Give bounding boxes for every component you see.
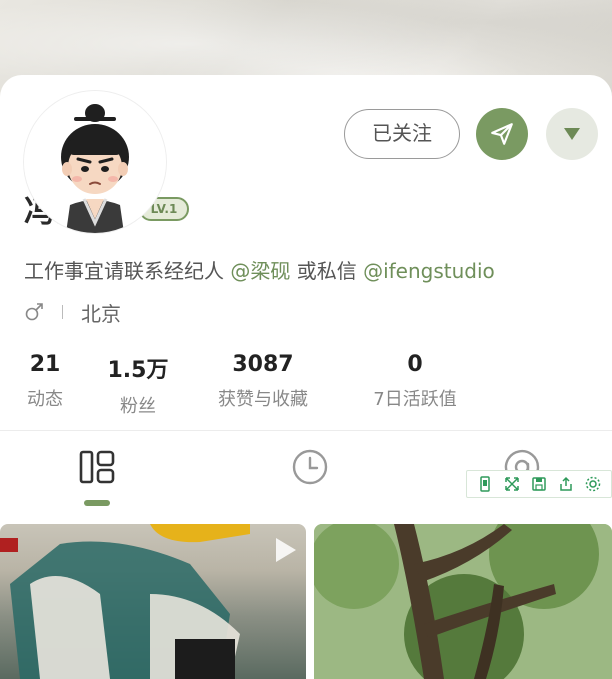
stat-value: 1.5万 xyxy=(107,358,169,383)
post-image xyxy=(0,524,296,679)
clock-icon xyxy=(292,449,328,485)
paper-plane-icon xyxy=(491,123,513,145)
male-icon xyxy=(25,303,43,321)
save-icon[interactable] xyxy=(531,476,547,492)
stat-value: 21 xyxy=(29,352,61,377)
stat-label: 获赞与收藏 xyxy=(218,389,308,410)
tab-posts[interactable] xyxy=(78,448,116,490)
triangle-down-icon xyxy=(564,128,580,140)
bio-mention-studio[interactable]: @ifengstudio xyxy=(363,259,495,283)
avatar-cartoon-icon xyxy=(24,91,166,233)
post-thumbnail[interactable] xyxy=(0,524,306,679)
follow-button[interactable]: 已关注 xyxy=(344,109,460,159)
bio-mention-agent[interactable]: @梁砚 xyxy=(230,259,290,283)
location-text: 北京 xyxy=(81,301,121,326)
stat-label: 粉丝 xyxy=(120,396,156,417)
post-image xyxy=(314,524,612,679)
meta-divider xyxy=(62,305,63,319)
stat-label: 动态 xyxy=(27,389,63,410)
tab-history[interactable] xyxy=(291,448,329,490)
grid-icon xyxy=(79,450,115,484)
more-button[interactable] xyxy=(546,108,598,160)
profile-meta: 北京 xyxy=(24,298,121,326)
stats-row: 21 动态 1.5万 粉丝 3087 获赞与收藏 0 7日活跃值 xyxy=(0,352,612,422)
bio-text-mid: 或私信 xyxy=(296,259,357,283)
stat-likes[interactable]: 3087 获赞与收藏 xyxy=(204,352,322,411)
floating-toolbar xyxy=(466,470,612,498)
settings-icon[interactable] xyxy=(585,476,601,492)
share-icon[interactable] xyxy=(558,476,574,492)
stat-posts[interactable]: 21 动态 xyxy=(18,352,72,411)
avatar[interactable] xyxy=(24,91,166,233)
message-button[interactable] xyxy=(476,108,528,160)
bio-text: 工作事宜请联系经纪人 xyxy=(24,259,224,283)
active-tab-indicator xyxy=(84,500,110,506)
stat-label: 7日活跃值 xyxy=(373,389,457,410)
stat-value: 0 xyxy=(407,352,423,377)
stat-activity[interactable]: 0 7日活跃值 xyxy=(362,352,468,411)
expand-icon[interactable] xyxy=(504,476,520,492)
stat-followers[interactable]: 1.5万 粉丝 xyxy=(98,352,178,418)
post-thumbnail[interactable] xyxy=(314,524,612,679)
phone-icon[interactable] xyxy=(477,476,493,492)
stat-value: 3087 xyxy=(232,352,294,377)
divider xyxy=(0,430,612,431)
profile-bio: 工作事宜请联系经纪人 @梁砚 或私信 @ifengstudio xyxy=(24,255,495,284)
